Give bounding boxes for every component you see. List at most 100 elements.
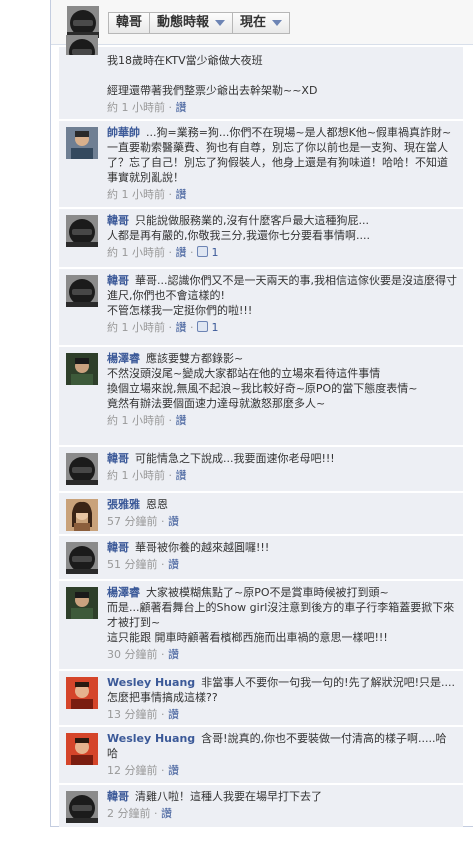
comment-timestamp[interactable]: 2 分鐘前 [107,807,151,820]
comment-timestamp[interactable]: 13 分鐘前 [107,708,158,721]
comments-panel: 韓哥 動態時報 現在 我18歲時在KTV當少爺做大夜班 經理還帶著我們整票少爺出… [50,0,473,827]
comment-avatar[interactable] [66,353,98,385]
person-avatar-icon [66,587,98,619]
comment-text: 韓哥 清雞八啦！這種人我要在場早打下去了 [107,789,457,804]
comment-author-link[interactable]: Wesley Huang [107,676,195,689]
like-link[interactable]: 讚 [176,101,187,114]
comment-meta: 約 1 小時前 · 讚 [107,414,187,427]
helmet-avatar-icon [66,453,98,485]
comment-author-link[interactable]: 帥華帥 [107,126,140,139]
comment-avatar[interactable] [66,733,98,765]
person-avatar-icon [66,127,98,159]
comment-meta: 13 分鐘前 · 讚 [107,708,179,721]
like-link[interactable]: 讚 [168,515,179,528]
comment-text: 張雅雅 恩恩 [107,497,457,512]
helmet-avatar-icon [66,215,98,247]
comment-item: 我18歲時在KTV當少爺做大夜班 經理還帶著我們整票少爺出去幹架勒~~XD 約 1… [59,35,463,119]
tab-time[interactable]: 現在 [232,12,291,34]
comment-text: 帥華帥 ...狗=業務=狗...你們不在現場~是人都想K他~假車禍真詐財~一直要勒… [107,125,457,185]
like-link[interactable]: 讚 [176,414,187,427]
comment-body: 大家被模糊焦點了~原PO不是賞車時候被打到頭~ 而是...顧著看舞台上的Show… [107,586,455,644]
comment-meta: 約 1 小時前 · 讚 [107,188,187,201]
thumbs-up-icon [197,246,208,257]
comment-item: 楊澤睿 大家被模糊焦點了~原PO不是賞車時候被打到頭~ 而是...顧著看舞台上的S… [59,580,463,669]
comment-meta: 12 分鐘前 · 讚 [107,764,179,777]
like-count[interactable]: 1 [208,321,218,334]
comment-body: 可能情急之下說成...我要面速你老母吧!!! [135,452,335,465]
comment-avatar[interactable] [66,791,98,823]
like-link[interactable]: 讚 [176,321,187,334]
comment-timestamp[interactable]: 51 分鐘前 [107,558,158,571]
like-count[interactable]: 1 [208,246,218,259]
comment-timestamp[interactable]: 約 1 小時前 [107,246,165,259]
comment-text: 楊澤睿 應該要雙方都錄影~ 不然沒頭沒尾~變成大家都站在他的立場來看待這件事情 換… [107,351,457,411]
comment-author-link[interactable]: 韓哥 [107,452,129,465]
tab-timeline-label: 動態時報 [157,15,210,30]
tab-profile-label: 韓哥 [116,15,143,30]
comment-text: 韓哥 可能情急之下說成...我要面速你老母吧!!! [107,451,457,466]
comment-meta: 2 分鐘前 · 讚 [107,807,172,820]
helmet-avatar-icon [66,542,98,574]
comment-meta: 約 1 小時前 · 讚 [107,469,187,482]
comment-author-link[interactable]: 楊澤睿 [107,586,140,599]
comment-author-link[interactable]: 楊澤睿 [107,352,140,365]
comment-item: 張雅雅 恩恩 57 分鐘前 · 讚 [59,492,463,534]
comment-body: 應該要雙方都錄影~ 不然沒頭沒尾~變成大家都站在他的立場來看待這件事情 換個立場… [107,352,418,410]
comment-timestamp[interactable]: 約 1 小時前 [107,321,165,334]
comment-avatar[interactable] [66,453,98,485]
like-link[interactable]: 讚 [176,246,187,259]
comment-text: Wesley Huang 含哥!說真的,你也不要裝做一付清高的樣子啊.....哈哈 [107,731,457,761]
person-avatar-icon [66,353,98,385]
comment-meta: 51 分鐘前 · 讚 [107,558,179,571]
comment-avatar[interactable] [66,275,98,307]
comment-timestamp[interactable]: 約 1 小時前 [107,101,165,114]
comment-meta: 約 1 小時前 · 讚 · 1 [107,321,219,334]
comment-item: 帥華帥 ...狗=業務=狗...你們不在現場~是人都想K他~假車禍真詐財~一直要勒… [59,120,463,207]
comment-avatar[interactable] [66,587,98,619]
comment-timestamp[interactable]: 約 1 小時前 [107,188,165,201]
comment-avatar[interactable] [66,542,98,574]
comment-author-link[interactable]: 韓哥 [107,541,129,554]
comment-meta: 約 1 小時前 · 讚 [107,101,187,114]
person-avatar-icon [66,733,98,765]
chevron-down-icon [272,20,283,26]
like-link[interactable]: 讚 [168,708,179,721]
helmet-avatar-icon [66,275,98,307]
comment-text: 韓哥 華哥被你養的越來越圓囉!!! [107,540,457,555]
helmet-avatar-icon [66,35,98,55]
comment-body: 只能說做服務業的,沒有什麼客戶最大這種狗屁... 人都是再有嚴的,你敬我三分,我… [107,214,370,242]
comment-author-link[interactable]: 韓哥 [107,790,129,803]
comment-author-link[interactable]: 韓哥 [107,214,129,227]
tab-timeline[interactable]: 動態時報 [149,12,234,34]
comment-timestamp[interactable]: 30 分鐘前 [107,648,158,661]
comment-body: 華哥...認識你們又不是一天兩天的事,我相信這傢伙要是沒這麼得寸進尺,你們也不會… [107,274,457,317]
comment-timestamp[interactable]: 57 分鐘前 [107,515,158,528]
like-link[interactable]: 讚 [168,648,179,661]
like-link[interactable]: 讚 [168,764,179,777]
comment-item: 韓哥 華哥...認識你們又不是一天兩天的事,我相信這傢伙要是沒這麼得寸進尺,你們也… [59,268,463,345]
like-link[interactable]: 讚 [161,807,172,820]
comment-avatar[interactable] [66,127,98,159]
comment-text: Wesley Huang 非當事人不要你一句我一句的!先了解狀況吧!只是....怎… [107,675,457,705]
comment-author-link[interactable]: Wesley Huang [107,732,195,745]
comment-author-link[interactable]: 韓哥 [107,274,129,287]
comment-meta: 30 分鐘前 · 讚 [107,648,179,661]
comment-author-link[interactable]: 張雅雅 [107,498,140,511]
comment-avatar[interactable] [66,215,98,247]
like-link[interactable]: 讚 [176,188,187,201]
comment-avatar[interactable] [66,677,98,709]
comment-timestamp[interactable]: 約 1 小時前 [107,414,165,427]
tab-profile[interactable]: 韓哥 [108,12,151,34]
comment-item: 韓哥 清雞八啦！這種人我要在場早打下去了 2 分鐘前 · 讚 [59,784,463,827]
like-link[interactable]: 讚 [168,558,179,571]
tab-time-label: 現在 [240,15,267,30]
comment-timestamp[interactable]: 12 分鐘前 [107,764,158,777]
chevron-down-icon [215,20,226,26]
comment-avatar[interactable] [66,35,98,55]
comment-text: 我18歲時在KTV當少爺做大夜班 經理還帶著我們整票少爺出去幹架勒~~XD [107,53,457,98]
comment-item: Wesley Huang 非當事人不要你一句我一句的!先了解狀況吧!只是....怎… [59,670,463,725]
like-link[interactable]: 讚 [176,469,187,482]
comment-avatar[interactable] [66,499,98,531]
helmet-avatar-icon[interactable] [67,6,99,38]
comment-timestamp[interactable]: 約 1 小時前 [107,469,165,482]
